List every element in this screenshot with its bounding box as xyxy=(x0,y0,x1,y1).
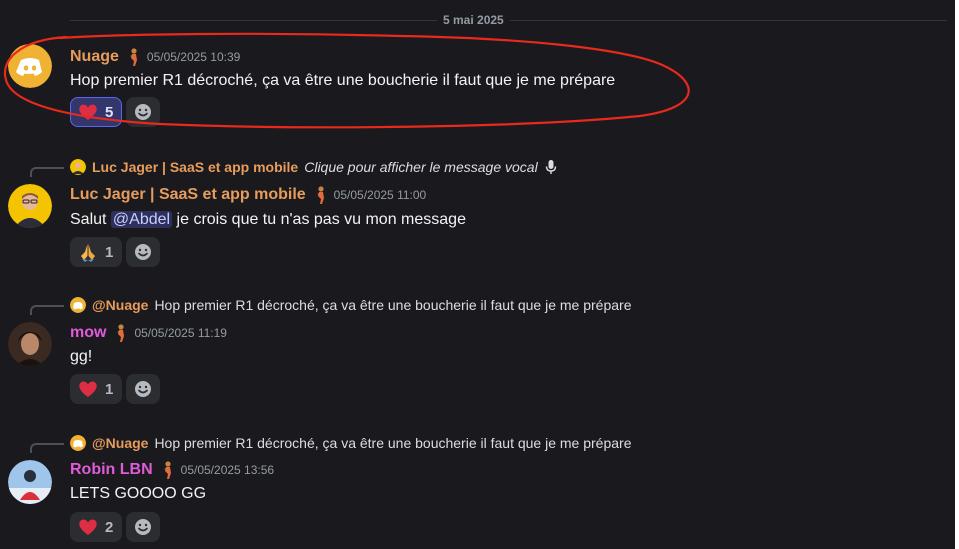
timestamp[interactable]: 05/05/2025 11:19 xyxy=(134,322,227,344)
add-reaction-icon xyxy=(135,519,152,535)
reaction-heart[interactable]: 2 xyxy=(70,512,123,542)
heart-icon xyxy=(77,516,99,538)
author-name[interactable]: Robin LBN xyxy=(70,459,153,481)
author-name[interactable]: Luc Jager | SaaS et app mobile xyxy=(70,184,306,206)
role-icon[interactable] xyxy=(112,323,128,343)
message-header: Nuage 05/05/2025 10:39 xyxy=(70,46,240,68)
role-icon[interactable] xyxy=(159,460,175,480)
user-mention[interactable]: @Abdel xyxy=(110,211,173,228)
reply-spine xyxy=(30,167,64,177)
reply-preview[interactable]: @Nuage Hop premier R1 décroché, ça va êt… xyxy=(70,296,631,314)
reply-avatar xyxy=(70,435,86,451)
message-content: Hop premier R1 décroché, ça va être une … xyxy=(70,72,616,89)
chat-panel: 5 mai 2025 Nuage 05/05/2025 10:39 Hop pr… xyxy=(0,0,959,549)
message-header: mow 05/05/2025 11:19 xyxy=(70,322,227,344)
content-text-before: Salut xyxy=(70,211,111,228)
reply-text[interactable]: Hop premier R1 décroché, ça va être une … xyxy=(154,435,631,451)
reply-spine xyxy=(30,305,64,315)
add-reaction-button[interactable] xyxy=(126,512,161,542)
mow-avatar-icon xyxy=(8,322,52,366)
reaction-bar: 1 xyxy=(70,374,161,404)
praying-hands-icon xyxy=(77,241,99,263)
reply-text[interactable]: Hop premier R1 décroché, ça va être une … xyxy=(154,297,631,313)
reply-avatar xyxy=(70,159,86,175)
avatar-nuage[interactable] xyxy=(8,44,52,88)
reply-author[interactable]: Luc Jager | SaaS et app mobile xyxy=(92,159,298,175)
avatar-luc[interactable] xyxy=(8,184,52,228)
heart-icon xyxy=(77,101,99,123)
microphone-icon xyxy=(544,159,558,175)
reply-preview[interactable]: Luc Jager | SaaS et app mobile Clique po… xyxy=(70,158,558,176)
dancer-role-icon xyxy=(316,186,324,204)
reaction-count: 2 xyxy=(105,518,114,536)
dancer-role-icon xyxy=(129,48,137,66)
timestamp[interactable]: 05/05/2025 11:00 xyxy=(334,184,427,206)
reply-preview[interactable]: @Nuage Hop premier R1 décroché, ça va êt… xyxy=(70,434,631,452)
avatar-robin[interactable] xyxy=(8,460,52,504)
robin-avatar-icon xyxy=(8,460,52,504)
reply-avatar xyxy=(70,297,86,313)
add-reaction-icon xyxy=(135,104,152,120)
discord-logo-icon xyxy=(8,44,52,88)
reaction-count: 1 xyxy=(105,380,114,398)
reaction-heart[interactable]: 1 xyxy=(70,374,123,404)
reaction-praying-hands[interactable]: 1 xyxy=(70,237,123,267)
author-name[interactable]: Nuage xyxy=(70,46,119,68)
message-content: LETS GOOOO GG xyxy=(70,485,207,502)
add-reaction-button[interactable] xyxy=(126,97,161,127)
dancer-role-icon xyxy=(117,324,125,342)
dancer-role-icon xyxy=(163,461,171,479)
luc-avatar-icon xyxy=(8,184,52,228)
reply-text[interactable]: Clique pour afficher le message vocal xyxy=(304,159,537,175)
reaction-bar: 1 xyxy=(70,237,161,267)
window-edge xyxy=(955,0,959,549)
add-reaction-icon xyxy=(135,381,152,397)
message-content: gg! xyxy=(70,348,93,365)
reaction-count: 1 xyxy=(105,243,114,261)
add-reaction-button[interactable] xyxy=(126,237,161,267)
reply-author[interactable]: @Nuage xyxy=(92,435,148,451)
message-header: Luc Jager | SaaS et app mobile 05/05/202… xyxy=(70,184,426,206)
message-header: Robin LBN 05/05/2025 13:56 xyxy=(70,459,274,481)
date-divider-label: 5 mai 2025 xyxy=(437,12,510,28)
author-name[interactable]: mow xyxy=(70,322,106,344)
add-reaction-icon xyxy=(135,244,152,260)
reaction-bar: 5 xyxy=(70,97,161,127)
reply-author[interactable]: @Nuage xyxy=(92,297,148,313)
role-icon[interactable] xyxy=(312,185,328,205)
content-text-after: je crois que tu n'as pas vu mon message xyxy=(172,211,466,228)
timestamp[interactable]: 05/05/2025 10:39 xyxy=(147,46,240,68)
add-reaction-button[interactable] xyxy=(126,374,161,404)
heart-icon xyxy=(77,378,99,400)
reaction-bar: 2 xyxy=(70,512,161,542)
reaction-heart[interactable]: 5 xyxy=(70,97,123,127)
reaction-count: 5 xyxy=(105,103,114,121)
role-icon[interactable] xyxy=(125,47,141,67)
timestamp[interactable]: 05/05/2025 13:56 xyxy=(181,459,274,481)
message-content: Salut @Abdel je crois que tu n'as pas vu… xyxy=(70,209,466,231)
avatar-mow[interactable] xyxy=(8,322,52,366)
reply-spine xyxy=(30,443,64,453)
